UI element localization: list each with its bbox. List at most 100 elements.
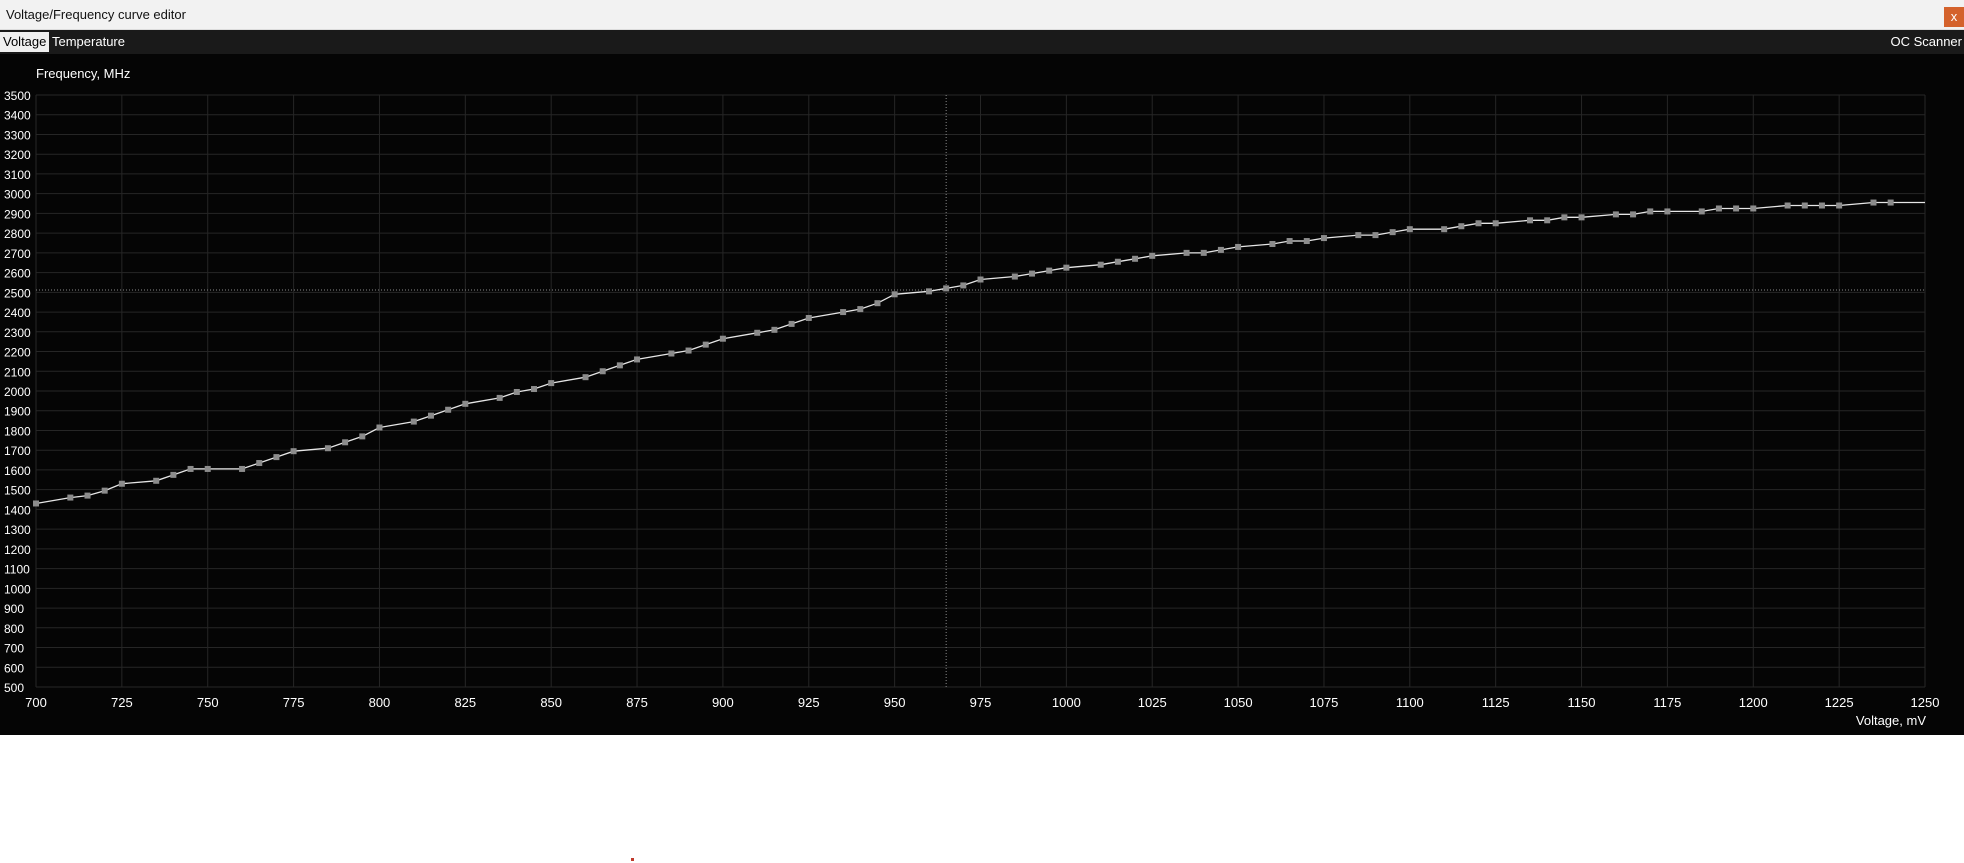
curve-point[interactable] <box>805 314 812 321</box>
curve-point[interactable] <box>874 300 881 307</box>
curve-point[interactable] <box>582 374 589 381</box>
curve-point[interactable] <box>891 291 898 298</box>
curve-point[interactable] <box>1389 229 1396 236</box>
curve-point[interactable] <box>943 285 950 292</box>
chart-svg[interactable]: 700 725 750 775 800 825 850 875 900 925 950 975 1000… <box>0 54 1964 735</box>
curve-point[interactable] <box>1200 249 1207 256</box>
curve-point[interactable] <box>531 386 538 393</box>
curve-point[interactable] <box>1698 208 1705 215</box>
curve-point[interactable] <box>1475 220 1482 227</box>
curve-point[interactable] <box>1372 232 1379 239</box>
vf-curve-graph[interactable]: 700 725 750 775 800 825 850 875 900 925 950 975 1000… <box>0 54 1964 735</box>
curve-point[interactable] <box>1149 252 1156 259</box>
curve-point[interactable] <box>445 406 452 413</box>
curve-point[interactable] <box>239 465 246 472</box>
curve-point[interactable] <box>1870 199 1877 206</box>
x-tick-label: 1000 <box>1052 695 1081 710</box>
curve-point[interactable] <box>256 460 263 467</box>
curve-point[interactable] <box>1801 202 1808 209</box>
curve-point[interactable] <box>1492 220 1499 227</box>
curve-point[interactable] <box>1217 246 1224 253</box>
curve-point[interactable] <box>1784 202 1791 209</box>
curve-point[interactable] <box>1406 226 1413 233</box>
curve-point[interactable] <box>187 465 194 472</box>
curve-point[interactable] <box>324 445 331 452</box>
curve-point[interactable] <box>67 494 74 501</box>
curve-point[interactable] <box>599 368 606 375</box>
curve-point[interactable] <box>857 306 864 313</box>
curve-point[interactable] <box>410 418 417 425</box>
curve-point[interactable] <box>170 471 177 478</box>
curve-point[interactable] <box>1441 226 1448 233</box>
curve-point[interactable] <box>462 400 469 407</box>
oc-scanner-button[interactable]: OC Scanner <box>1890 32 1964 52</box>
curve-point[interactable] <box>290 448 297 455</box>
curve-point[interactable] <box>1750 205 1757 212</box>
curve-point[interactable] <box>1355 232 1362 239</box>
curve-point[interactable] <box>1612 211 1619 218</box>
x-tick-label: 825 <box>454 695 476 710</box>
x-tick-label: 1200 <box>1739 695 1768 710</box>
curve-point[interactable] <box>153 477 160 484</box>
tab-voltage[interactable]: Voltage <box>0 32 50 52</box>
curve-point[interactable] <box>754 329 761 336</box>
curve-point[interactable] <box>548 380 555 387</box>
curve-point[interactable] <box>1715 205 1722 212</box>
curve-point[interactable] <box>771 326 778 333</box>
curve-point[interactable] <box>1011 273 1018 280</box>
curve-point[interactable] <box>1097 261 1104 268</box>
curve-point[interactable] <box>1458 223 1465 230</box>
curve-point[interactable] <box>1527 217 1534 224</box>
curve-point[interactable] <box>1630 211 1637 218</box>
curve-point[interactable] <box>1235 243 1242 250</box>
curve-point[interactable] <box>496 394 503 401</box>
curve-point[interactable] <box>427 412 434 419</box>
curve-point[interactable] <box>616 362 623 369</box>
x-tick-label: 1025 <box>1138 695 1167 710</box>
curve-point[interactable] <box>1733 205 1740 212</box>
y-tick-label: 1800 <box>4 424 31 438</box>
curve-point[interactable] <box>1578 214 1585 221</box>
curve-point[interactable] <box>977 276 984 283</box>
curve-point[interactable] <box>1818 202 1825 209</box>
curve-point[interactable] <box>1887 199 1894 206</box>
curve-point[interactable] <box>1664 208 1671 215</box>
curve-point[interactable] <box>33 500 39 507</box>
curve-point[interactable] <box>101 487 108 494</box>
curve-point[interactable] <box>685 347 692 354</box>
curve-point[interactable] <box>118 480 125 487</box>
curve-point[interactable] <box>1029 270 1036 277</box>
curve-point[interactable] <box>273 454 280 461</box>
curve-point[interactable] <box>1561 214 1568 221</box>
curve-point[interactable] <box>376 424 383 431</box>
curve-point[interactable] <box>634 356 641 363</box>
curve-point[interactable] <box>1544 217 1551 224</box>
curve-point[interactable] <box>1114 258 1121 265</box>
tab-temperature[interactable]: Temperature <box>49 32 128 52</box>
curve-point[interactable] <box>1132 255 1139 262</box>
curve-point[interactable] <box>342 439 349 446</box>
curve-point[interactable] <box>788 320 795 327</box>
curve-point[interactable] <box>960 282 967 289</box>
curve-point[interactable] <box>1183 249 1190 256</box>
curve-point[interactable] <box>702 341 709 348</box>
curve-point[interactable] <box>1046 267 1053 274</box>
curve-point[interactable] <box>359 433 366 440</box>
curve-point[interactable] <box>84 492 91 499</box>
curve-point[interactable] <box>668 350 675 357</box>
curve-point[interactable] <box>204 465 211 472</box>
curve-point[interactable] <box>719 335 726 342</box>
curve-point[interactable] <box>840 309 847 316</box>
curve-point[interactable] <box>1303 238 1310 245</box>
curve-point[interactable] <box>1286 238 1293 245</box>
curve-point[interactable] <box>1320 235 1327 242</box>
curve-point[interactable] <box>1647 208 1654 215</box>
curve-point[interactable] <box>1063 264 1070 271</box>
close-button[interactable]: x <box>1944 7 1964 27</box>
y-tick-label: 2800 <box>4 227 31 241</box>
curve-point[interactable] <box>513 388 520 395</box>
curve-point[interactable] <box>925 288 932 295</box>
curve-point[interactable] <box>1836 202 1843 209</box>
curve-point[interactable] <box>1269 240 1276 247</box>
x-tick-label: 800 <box>369 695 391 710</box>
